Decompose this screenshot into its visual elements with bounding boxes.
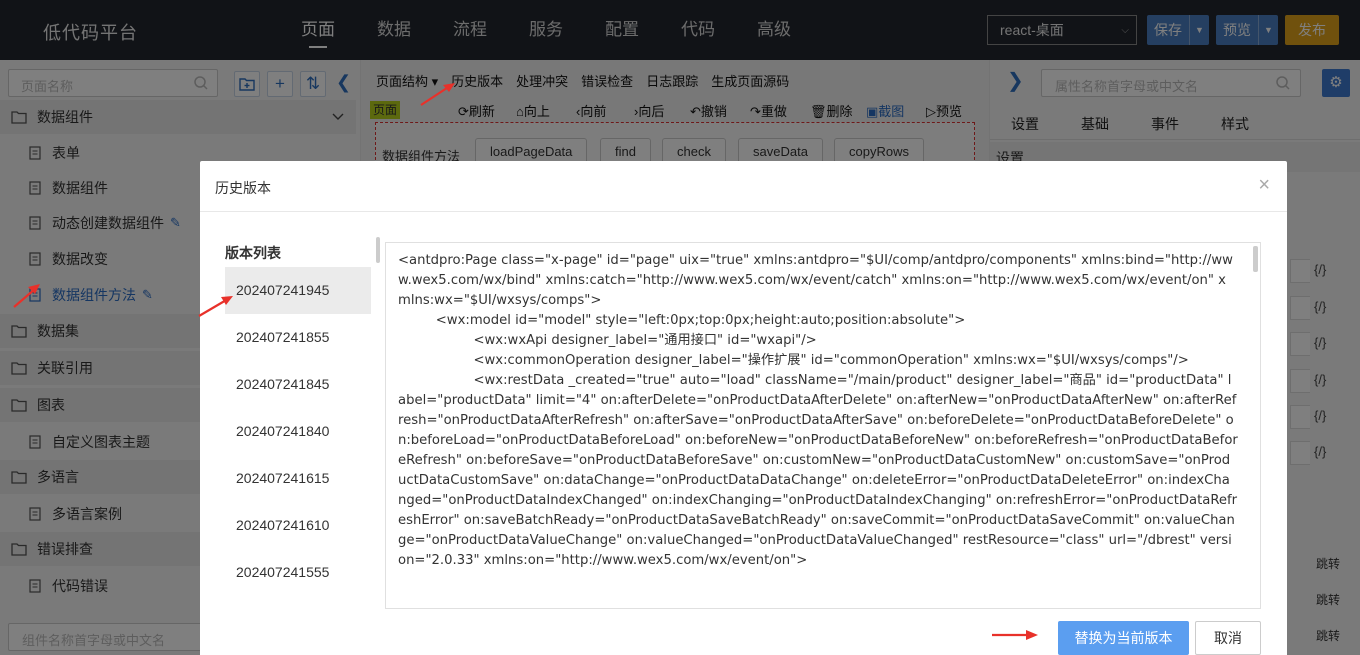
history-versions-dialog: 历史版本 × 版本列表 202407241945 202407241855 20… — [200, 161, 1287, 655]
annotation-arrow-icon — [420, 83, 455, 106]
annotation-arrow-icon — [198, 296, 233, 317]
version-item[interactable]: 202407241555 — [225, 549, 371, 596]
dialog-header: 历史版本 × — [200, 161, 1287, 212]
version-item[interactable]: 202407241845 — [225, 361, 371, 408]
replace-with-version-button[interactable]: 替换为当前版本 — [1058, 621, 1189, 655]
dialog-title: 历史版本 — [215, 180, 271, 196]
version-list-header: 版本列表 — [225, 245, 281, 261]
version-source-viewer[interactable]: <antdpro:Page class="x-page" id="page" u… — [385, 242, 1261, 609]
close-icon[interactable]: × — [1258, 174, 1270, 197]
annotation-arrow-icon — [13, 284, 40, 308]
version-item[interactable]: 202407241855 — [225, 314, 371, 361]
version-item[interactable]: 202407241610 — [225, 502, 371, 549]
version-item[interactable]: 202407241840 — [225, 408, 371, 455]
version-source-code: <antdpro:Page class="x-page" id="page" u… — [398, 253, 1238, 568]
version-item[interactable]: 202407241945 — [225, 267, 371, 314]
version-item[interactable]: 202407241615 — [225, 455, 371, 502]
annotation-arrow-icon — [992, 630, 1038, 640]
cancel-button[interactable]: 取消 — [1195, 621, 1261, 655]
version-list-scrollbar[interactable] — [376, 237, 380, 263]
version-list: 版本列表 202407241945 202407241855 202407241… — [225, 233, 372, 613]
source-scrollbar[interactable] — [1253, 246, 1258, 272]
